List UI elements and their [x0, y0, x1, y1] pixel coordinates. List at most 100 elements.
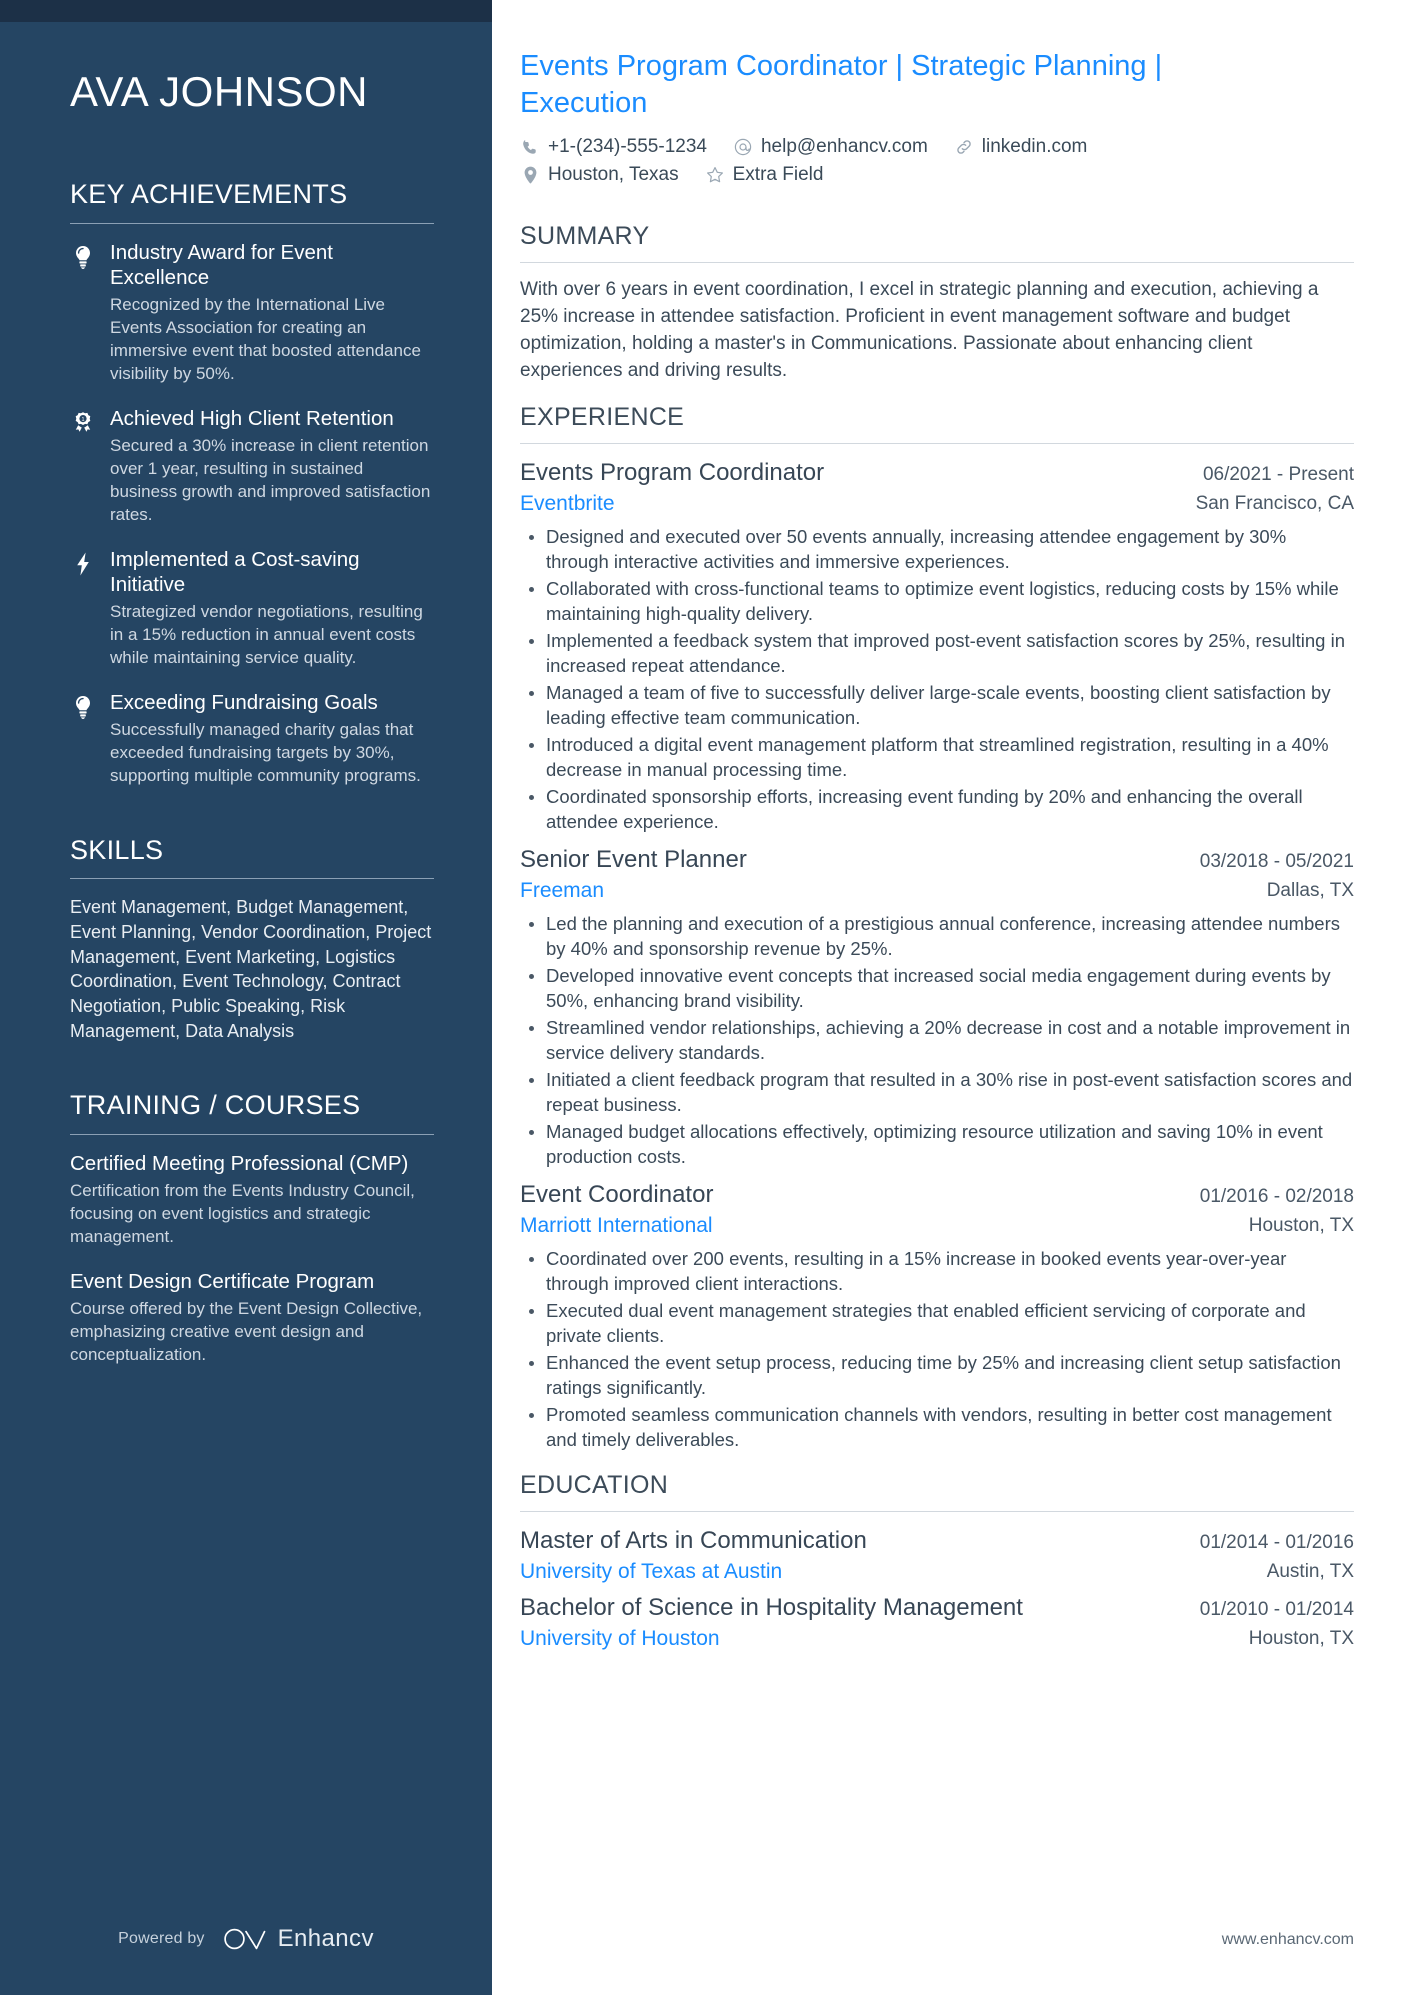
section-divider [520, 443, 1354, 445]
education-heading: EDUCATION [520, 1471, 669, 1500]
bullet-item: Promoted seamless communication channels… [520, 1403, 1354, 1453]
job-title: Event Coordinator [520, 1181, 714, 1208]
contact-location[interactable]: Houston, Texas [520, 164, 679, 186]
training-courses-heading: TRAINING / COURSES [70, 1090, 361, 1121]
section-divider [520, 1511, 1354, 1513]
job-location: San Francisco, CA [1195, 493, 1354, 515]
bullet-item: Managed a team of five to successfully d… [520, 681, 1354, 731]
bullet-item: Initiated a client feedback program that… [520, 1068, 1354, 1118]
achievement-title: Achieved High Client Retention [110, 406, 394, 430]
bullet-item: Implemented a feedback system that impro… [520, 629, 1354, 679]
job-bullets: Coordinated over 200 events, resulting i… [520, 1247, 1354, 1453]
at-sign-icon [733, 137, 753, 157]
degree-title: Bachelor of Science in Hospitality Manag… [520, 1594, 1023, 1622]
achievement-item: Industry Award for Event Excellence Reco… [70, 240, 434, 386]
resume-page: AVA JOHNSON KEY ACHIEVEMENTS Industry Aw… [0, 0, 1410, 1995]
contact-location-text: Houston, Texas [548, 164, 679, 186]
skills-heading: SKILLS [70, 835, 164, 866]
contact-phone-text: +1-(234)-555-1234 [548, 136, 707, 158]
job-location: Houston, TX [1248, 1215, 1354, 1236]
education-entry: Bachelor of Science in Hospitality Manag… [520, 1593, 1354, 1652]
achievement-title: Exceeding Fundraising Goals [110, 691, 378, 715]
svg-text:1: 1 [82, 417, 85, 423]
course-item: Certified Meeting Professional (CMP) Cer… [70, 1151, 434, 1249]
experience-heading: EXPERIENCE [520, 403, 685, 432]
award-ribbon-icon: 1 [70, 406, 96, 527]
section-divider [70, 222, 434, 224]
experience-entry: Events Program Coordinator 06/2021 - Pre… [520, 458, 1354, 835]
bullet-item: Collaborated with cross-functional teams… [520, 577, 1354, 627]
school-name[interactable]: University of Texas at Austin [520, 1558, 782, 1585]
contact-row-1: +1-(234)-555-1234 help@enhancv.com linke… [520, 136, 1354, 158]
bullet-item: Executed dual event management strategie… [520, 1299, 1354, 1349]
experience-entry: Senior Event Planner 03/2018 - 05/2021 F… [520, 845, 1354, 1170]
achievement-item: 1 Achieved High Client Retention Secured… [70, 406, 434, 527]
bullet-item: Designed and executed over 50 events ann… [520, 525, 1354, 575]
section-divider [70, 1133, 434, 1135]
summary-heading: SUMMARY [520, 222, 650, 251]
location-pin-icon [520, 165, 540, 185]
achievement-item: Implemented a Cost-saving Initiative Str… [70, 547, 434, 670]
school-name[interactable]: University of Houston [520, 1625, 720, 1652]
section-divider [70, 878, 434, 880]
degree-date: 01/2014 - 01/2016 [1199, 1532, 1354, 1554]
course-description: Course offered by the Event Design Colle… [70, 1298, 423, 1364]
candidate-name: AVA JOHNSON [70, 68, 369, 115]
degree-title: Master of Arts in Communication [520, 1527, 867, 1555]
bullet-item: Coordinated sponsorship efforts, increas… [520, 785, 1354, 835]
training-courses-section: TRAINING / COURSES Certified Meeting Pro… [70, 1089, 434, 1366]
school-location: Austin, TX [1266, 1561, 1354, 1583]
website-footer: www.enhancv.com [1221, 1931, 1354, 1948]
job-date: 03/2018 - 05/2021 [1199, 851, 1354, 873]
job-title: Senior Event Planner [520, 846, 747, 874]
course-item: Event Design Certificate Program Course … [70, 1269, 434, 1367]
achievement-item: Exceeding Fundraising Goals Successfully… [70, 690, 434, 788]
enhancv-logo: Enhancv [223, 1925, 374, 1953]
key-achievements-section: KEY ACHIEVEMENTS Industry Award for Even… [70, 178, 434, 788]
job-location: Dallas, TX [1266, 880, 1354, 902]
enhancv-mark-icon [223, 1928, 265, 1950]
job-company[interactable]: Freeman [520, 877, 604, 904]
achievement-description: Recognized by the International Live Eve… [110, 295, 421, 383]
enhancv-wordmark: Enhancv [277, 1925, 374, 1952]
course-title: Event Design Certificate Program [70, 1269, 375, 1293]
lightning-bolt-icon [70, 547, 96, 670]
bullet-item: Enhanced the event setup process, reduci… [520, 1351, 1354, 1401]
link-icon [954, 137, 974, 157]
school-location: Houston, TX [1248, 1628, 1354, 1650]
lightbulb-icon [70, 690, 96, 788]
skills-list: Event Management, Budget Management, Eve… [70, 897, 432, 1041]
bullet-item: Managed budget allocations effectively, … [520, 1120, 1354, 1170]
achievement-description: Strategized vendor negotiations, resulti… [110, 602, 423, 668]
job-title: Events Program Coordinator [520, 459, 825, 487]
bullet-item: Coordinated over 200 events, resulting i… [520, 1247, 1354, 1297]
contact-extra-field-text: Extra Field [732, 164, 824, 186]
contact-row-2: Houston, Texas Extra Field [520, 164, 1354, 186]
education-section: EDUCATION Master of Arts in Communicatio… [520, 1471, 1354, 1653]
contact-linkedin[interactable]: linkedin.com [954, 136, 1088, 158]
education-entry: Master of Arts in Communication 01/2014 … [520, 1526, 1354, 1585]
star-icon [705, 165, 725, 185]
job-company[interactable]: Eventbrite [520, 490, 615, 517]
summary-section: SUMMARY With over 6 years in event coord… [520, 222, 1354, 385]
bullet-item: Developed innovative event concepts that… [520, 964, 1354, 1014]
contact-linkedin-text: linkedin.com [981, 136, 1088, 158]
contact-phone[interactable]: +1-(234)-555-1234 [520, 136, 707, 158]
job-bullets: Designed and executed over 50 events ann… [520, 525, 1354, 835]
main-content: Events Program Coordinator | Strategic P… [492, 0, 1410, 1995]
bullet-item: Introduced a digital event management pl… [520, 733, 1354, 783]
key-achievements-heading: KEY ACHIEVEMENTS [70, 179, 348, 210]
experience-section: EXPERIENCE Events Program Coordinator 06… [520, 403, 1354, 1453]
contact-extra-field[interactable]: Extra Field [705, 164, 824, 186]
job-company[interactable]: Marriott International [520, 1212, 713, 1239]
phone-icon [520, 137, 540, 157]
degree-date: 01/2010 - 01/2014 [1199, 1599, 1354, 1621]
section-divider [520, 262, 1354, 264]
job-date: 06/2021 - Present [1202, 464, 1354, 486]
achievement-title: Industry Award for Event Excellence [110, 240, 333, 289]
job-bullets: Led the planning and execution of a pres… [520, 912, 1354, 1170]
job-date: 01/2016 - 02/2018 [1199, 1186, 1354, 1207]
achievement-description: Successfully managed charity galas that … [110, 720, 421, 786]
contact-block: +1-(234)-555-1234 help@enhancv.com linke… [520, 136, 1354, 186]
contact-email[interactable]: help@enhancv.com [733, 136, 928, 158]
